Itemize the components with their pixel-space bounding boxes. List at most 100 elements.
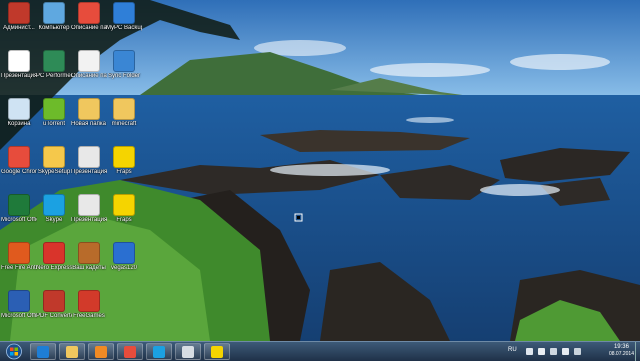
mypc-backup-icon	[113, 2, 135, 24]
clock-date: 08.07.2014	[608, 351, 634, 357]
taskbar-button[interactable]	[204, 343, 230, 360]
desktop-icon[interactable]: FreeGames	[71, 290, 107, 320]
chrome-icon	[8, 146, 30, 168]
desktop-icon[interactable]: Презентация №1	[71, 146, 107, 176]
desktop-icon-label: Ваш кадеты	[72, 265, 106, 271]
desktop-icon-label: vegas120	[110, 265, 138, 271]
fraps-icon	[211, 346, 223, 358]
language-indicator[interactable]: RU	[508, 347, 517, 353]
desktop-icon[interactable]: Fraps	[106, 146, 142, 176]
nero-icon	[43, 242, 65, 264]
desktop-icon[interactable]: Free Fire Antivirus	[1, 242, 37, 272]
presentation-icon	[78, 146, 100, 168]
desktop-icon-label: Microsoft Office Wo...	[1, 313, 37, 319]
skype-icon	[153, 346, 165, 358]
skype-icon	[43, 194, 65, 216]
taskbar-button[interactable]	[88, 343, 114, 360]
pdf-converter-icon	[43, 290, 65, 312]
desktop-icon-label: Fraps	[116, 169, 132, 175]
desktop-icon[interactable]: Презентация №4	[1, 50, 37, 80]
desktop-icon-label: SkypeSetup	[37, 169, 71, 175]
word-icon	[8, 290, 30, 312]
desktop-icon-label: Google Chrome	[1, 169, 37, 175]
desktop-icon-label: PC Performer	[36, 73, 72, 79]
desktop-icon[interactable]: minecraft	[106, 98, 142, 128]
desktop-icon-label: uTorrent	[42, 121, 65, 127]
game-icon	[78, 242, 100, 264]
taskbar-button[interactable]	[117, 343, 143, 360]
desktop-icon[interactable]: Skype	[36, 194, 72, 224]
clock[interactable]: 19:36 08.07.2014	[609, 344, 634, 358]
admin-9-icon	[8, 2, 30, 24]
desktop-icon[interactable]: PC Performer	[36, 50, 72, 80]
desktop-icon-label: Sync Folder	[107, 73, 140, 79]
freegames-icon	[78, 290, 100, 312]
desktop-icon-label: PDF Converter	[36, 313, 72, 319]
utorrent-icon	[43, 98, 65, 120]
desktop-icon[interactable]: Ваш кадеты	[71, 242, 107, 272]
recycle-bin-icon	[8, 98, 30, 120]
desktop-icon[interactable]: Презентация №2	[71, 194, 107, 224]
desktop-icon-label: Free Fire Antivirus	[1, 265, 37, 271]
desktop-icon[interactable]: uTorrent	[36, 98, 72, 128]
desktop-icon-label: Компьютер	[38, 25, 70, 31]
presentation-icon	[8, 50, 30, 72]
power-icon[interactable]	[574, 348, 581, 355]
taskbar-button[interactable]	[59, 343, 85, 360]
desktop-icon[interactable]: vegas120	[106, 242, 142, 272]
skype-setup-icon	[43, 146, 65, 168]
fraps-icon	[113, 146, 135, 168]
antivirus-icon	[8, 242, 30, 264]
desktop-icon-label: Новая папка (2)	[71, 121, 107, 127]
desktop-icon-label: Nero Express	[36, 265, 72, 271]
desktop-icon[interactable]: Fraps	[106, 194, 142, 224]
taskbar-button[interactable]	[30, 343, 56, 360]
desktop-icon-label: Skype	[45, 217, 63, 223]
taskbar-button[interactable]	[146, 343, 172, 360]
desktop-icon[interactable]: MyPC Backup	[106, 2, 142, 32]
flag-icon[interactable]	[538, 348, 545, 355]
desktop-icon[interactable]: Описание пасьянса ...	[71, 50, 107, 80]
folder-icon	[78, 98, 100, 120]
presentation-icon	[78, 194, 100, 216]
pc-performer-icon	[43, 50, 65, 72]
desktop-icon[interactable]: Админист...	[1, 2, 37, 32]
system-tray: RU 19:36 08.07.2014	[504, 342, 640, 361]
desktop-icon-label: FreeGames	[73, 313, 105, 319]
desktop-icon[interactable]: Nero Express	[36, 242, 72, 272]
desktop-icon[interactable]: SkypeSetup	[36, 146, 72, 176]
taskbar: RU 19:36 08.07.2014	[0, 341, 640, 361]
windows-start-button[interactable]	[2, 343, 26, 360]
mouse-cursor-icon	[294, 213, 303, 222]
desktop-icon[interactable]: Google Chrome	[1, 146, 37, 176]
desktop[interactable]: Админист...КомпьютерОписание пасьянса ..…	[0, 0, 640, 341]
desktop-icon-label: Презентация №4	[1, 73, 37, 79]
desktop-icon[interactable]: PDF Converter	[36, 290, 72, 320]
desktop-icon[interactable]: Microsoft Office Wo...	[1, 290, 37, 320]
desktop-icon[interactable]: Корзина	[1, 98, 37, 128]
desktop-icon-label: Презентация №1	[71, 169, 107, 175]
taskbar-button[interactable]	[175, 343, 201, 360]
document-icon	[78, 50, 100, 72]
desktop-icon-label: minecraft	[111, 121, 137, 127]
tray-arrow-icon[interactable]	[526, 348, 533, 355]
desktop-icon-label: Fraps	[116, 217, 132, 223]
desktop-icon[interactable]: Новая папка (2)	[71, 98, 107, 128]
sync-folder-icon	[113, 50, 135, 72]
desktop-icon[interactable]: Microsoft Office Exc...	[1, 194, 37, 224]
desktop-icon-label: MyPC Backup	[106, 25, 142, 31]
webcam-icon	[182, 346, 194, 358]
desktop-icon[interactable]: Описание пасьянса ...	[71, 2, 107, 32]
volume-icon[interactable]	[562, 348, 569, 355]
internet-explorer-icon	[37, 346, 49, 358]
desktop-icon-label: Microsoft Office Exc...	[1, 217, 37, 223]
vegas-icon	[113, 242, 135, 264]
show-desktop-button[interactable]	[635, 342, 640, 361]
chrome-icon	[124, 346, 136, 358]
desktop-icon-label: Презентация №2	[71, 217, 107, 223]
clock-time: 19:36	[613, 344, 629, 350]
desktop-icon[interactable]: Компьютер	[36, 2, 72, 32]
desktop-icon[interactable]: Sync Folder	[106, 50, 142, 80]
network-icon[interactable]	[550, 348, 557, 355]
fraps-icon	[113, 194, 135, 216]
